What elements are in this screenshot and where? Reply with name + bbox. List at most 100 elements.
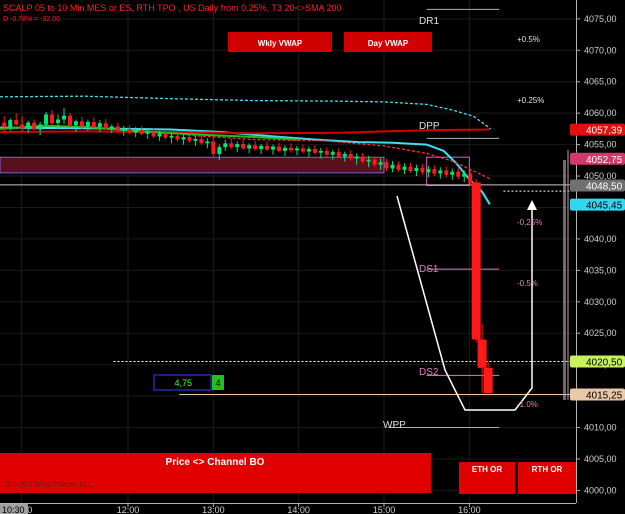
eth-or-button[interactable]: ETH OR: [459, 462, 515, 494]
y-tick-label: 4005,00: [584, 454, 617, 464]
candle-body: [56, 119, 61, 124]
pct-label: +0.5%: [517, 35, 540, 44]
eth-or-label: ETH OR: [472, 465, 502, 474]
watermark: © 2023 NinjaTrader, LLC: [6, 480, 95, 489]
y-tick-label: 4075,00: [584, 14, 617, 24]
candle-body: [366, 159, 371, 162]
candle-body: [133, 130, 138, 133]
candle-body: [372, 159, 377, 165]
price-tag-label: 4048,50: [586, 181, 623, 192]
level-label-dr1: DR1: [419, 16, 439, 27]
pct-label: +0.25%: [517, 96, 544, 105]
candle-body: [384, 162, 389, 169]
candle-body: [336, 152, 341, 157]
candle-body: [414, 167, 419, 172]
candle-body: [217, 147, 222, 155]
candle-body: [360, 156, 365, 162]
supply-zone: [0, 156, 385, 174]
chart-header-change: D -0.78% = -32,00: [3, 16, 60, 23]
order-entry-box[interactable]: 4,75 4: [153, 374, 224, 391]
candle-body: [288, 147, 293, 151]
y-tick-label: 4035,00: [584, 265, 617, 275]
candle-body: [318, 150, 323, 153]
level-label-wpp: WPP: [383, 420, 406, 431]
candle-body: [97, 123, 102, 128]
candle-body: [187, 137, 192, 141]
y-tick-label: 4040,00: [584, 234, 617, 244]
candle-body: [426, 169, 431, 173]
candle-body: [193, 138, 198, 141]
candle-body: [115, 126, 120, 131]
candle-body: [85, 121, 90, 127]
candle-body: [26, 122, 31, 129]
time-badge: 10:30: [0, 504, 28, 514]
candle-body: [14, 120, 19, 125]
candle-body: [109, 126, 114, 129]
candle-body: [265, 145, 270, 150]
candle-body: [38, 124, 43, 130]
rth-or-label: RTH OR: [532, 465, 563, 474]
candle-body: [396, 164, 401, 170]
candle-body: [324, 150, 329, 155]
x-tick-label: 15:00: [373, 505, 396, 514]
candle-body: [468, 173, 473, 183]
candle-body: [444, 170, 449, 175]
y-tick-label: 4025,00: [584, 328, 617, 338]
candle-body: [342, 154, 347, 157]
candle-body: [483, 367, 493, 393]
candle-body: [294, 148, 299, 151]
rth-or-button[interactable]: RTH OR: [518, 462, 576, 494]
candle-body: [8, 120, 13, 128]
candle-body: [163, 133, 168, 138]
level-label-dpp: DPP: [419, 121, 440, 132]
order-value: 4,75: [174, 378, 192, 388]
candle-body: [205, 141, 210, 144]
candle-body: [181, 137, 186, 140]
candle-body: [241, 143, 246, 149]
candle-body: [62, 115, 66, 120]
candle-body: [145, 132, 150, 134]
candle-body: [420, 167, 425, 173]
price-tag-label: 4020,50: [586, 358, 623, 369]
pct-label: -0,25%: [517, 218, 542, 227]
day-vwap-button[interactable]: Day VWAP: [344, 32, 432, 52]
y-tick-label: 4070,00: [584, 45, 617, 55]
candle-body: [253, 145, 258, 150]
candle-body: [300, 148, 305, 152]
y-tick-label: 4060,00: [584, 108, 617, 118]
candle-body: [277, 146, 282, 151]
volume-profile: [563, 150, 569, 400]
price-tag-label: 4015,25: [586, 391, 623, 402]
candle-body: [306, 149, 311, 152]
candle-body: [91, 121, 96, 128]
pct-label: -0.5%: [517, 279, 538, 288]
x-tick-label: 14:00: [287, 505, 310, 514]
order-qty: 4: [215, 378, 220, 388]
candle-body: [390, 164, 395, 169]
candle-body: [438, 170, 443, 174]
wkly-vwap-label: Wkly VWAP: [258, 39, 303, 48]
candle-body: [127, 128, 132, 133]
trading-chart[interactable]: Wkly VWAP Day VWAP +0.5% +0.25% -0,25% -…: [0, 0, 625, 514]
price-tag-label: 4057,39: [586, 126, 623, 137]
candle-body: [259, 145, 264, 150]
candle-body: [402, 166, 407, 170]
candle-body: [348, 154, 353, 159]
candle-body: [330, 152, 335, 155]
channel-bo-label: Price <> Channel BO: [166, 457, 265, 468]
pct-label: -1.0%: [517, 400, 538, 409]
candle-body: [20, 124, 25, 129]
candle-body: [73, 121, 78, 126]
candle-body: [354, 156, 359, 159]
wkly-vwap-button[interactable]: Wkly VWAP: [228, 32, 332, 52]
candle-body: [271, 146, 276, 150]
candle-body: [169, 135, 174, 138]
candle-body: [378, 162, 383, 165]
candle-body: [44, 114, 49, 125]
candle-body: [157, 133, 162, 137]
x-tick-label: 12:00: [117, 505, 140, 514]
candle-body: [229, 143, 234, 148]
x-tick-label: 16:00: [458, 505, 481, 514]
candle-body: [283, 147, 288, 151]
level-label-ds1: DS1: [419, 264, 439, 275]
